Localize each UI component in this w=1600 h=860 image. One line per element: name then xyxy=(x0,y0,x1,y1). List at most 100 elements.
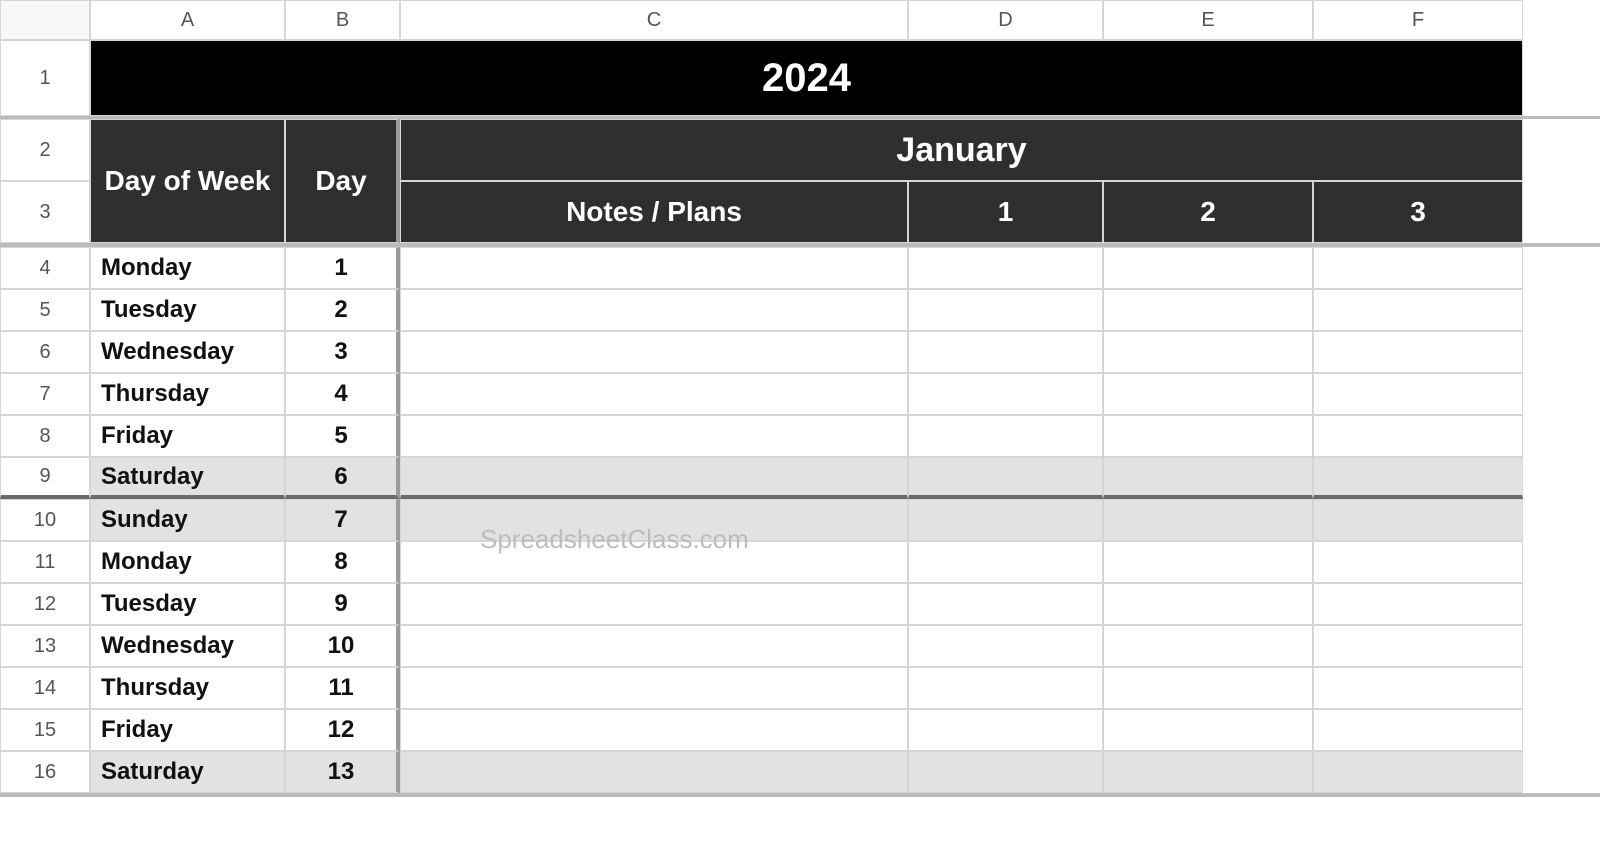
cell-e[interactable] xyxy=(1103,499,1313,541)
cell-day-of-week-header[interactable]: Day of Week xyxy=(90,119,285,243)
cell-notes[interactable] xyxy=(400,331,908,373)
col-header-e[interactable]: E xyxy=(1103,0,1313,40)
cell-f[interactable] xyxy=(1313,415,1523,457)
cell-d[interactable] xyxy=(908,331,1103,373)
cell-f[interactable] xyxy=(1313,625,1523,667)
cell-dow[interactable]: Sunday xyxy=(90,499,285,541)
cell-daynum[interactable]: 7 xyxy=(285,499,400,541)
cell-daynum[interactable]: 8 xyxy=(285,541,400,583)
col-header-a[interactable]: A xyxy=(90,0,285,40)
cell-dow[interactable]: Tuesday xyxy=(90,583,285,625)
cell-e[interactable] xyxy=(1103,541,1313,583)
cell-e[interactable] xyxy=(1103,457,1313,499)
cell-dow[interactable]: Friday xyxy=(90,709,285,751)
cell-notes[interactable] xyxy=(400,709,908,751)
cell-f[interactable] xyxy=(1313,541,1523,583)
cell-daynum[interactable]: 13 xyxy=(285,751,400,793)
cell-e[interactable] xyxy=(1103,373,1313,415)
row-header-4[interactable]: 4 xyxy=(0,247,90,289)
cell-daynum[interactable]: 10 xyxy=(285,625,400,667)
cell-f[interactable] xyxy=(1313,247,1523,289)
cell-notes[interactable] xyxy=(400,625,908,667)
cell-dow[interactable]: Monday xyxy=(90,247,285,289)
cell-f[interactable] xyxy=(1313,289,1523,331)
cell-d[interactable] xyxy=(908,709,1103,751)
row-header-11[interactable]: 11 xyxy=(0,541,90,583)
cell-f[interactable] xyxy=(1313,751,1523,793)
cell-notes[interactable] xyxy=(400,583,908,625)
cell-e[interactable] xyxy=(1103,709,1313,751)
row-header-16[interactable]: 16 xyxy=(0,751,90,793)
cell-e[interactable] xyxy=(1103,751,1313,793)
select-all-corner[interactable] xyxy=(0,0,90,40)
row-header-6[interactable]: 6 xyxy=(0,331,90,373)
cell-daynum[interactable]: 12 xyxy=(285,709,400,751)
cell-d[interactable] xyxy=(908,415,1103,457)
cell-d[interactable] xyxy=(908,457,1103,499)
cell-dow[interactable]: Tuesday xyxy=(90,289,285,331)
cell-f[interactable] xyxy=(1313,709,1523,751)
cell-d[interactable] xyxy=(908,751,1103,793)
cell-month-header[interactable]: January xyxy=(400,119,1523,181)
col-header-c[interactable]: C xyxy=(400,0,908,40)
row-header-15[interactable]: 15 xyxy=(0,709,90,751)
cell-daynum[interactable]: 5 xyxy=(285,415,400,457)
col-header-b[interactable]: B xyxy=(285,0,400,40)
row-header-2[interactable]: 2 xyxy=(0,119,90,181)
cell-notes[interactable] xyxy=(400,667,908,709)
cell-f[interactable] xyxy=(1313,373,1523,415)
cell-daynum[interactable]: 11 xyxy=(285,667,400,709)
col-header-f[interactable]: F xyxy=(1313,0,1523,40)
cell-e[interactable] xyxy=(1103,289,1313,331)
cell-e[interactable] xyxy=(1103,415,1313,457)
cell-sub-1[interactable]: 1 xyxy=(908,181,1103,243)
cell-d[interactable] xyxy=(908,289,1103,331)
cell-dow[interactable]: Monday xyxy=(90,541,285,583)
cell-f[interactable] xyxy=(1313,583,1523,625)
cell-notes-header[interactable]: Notes / Plans xyxy=(400,181,908,243)
cell-daynum[interactable]: 4 xyxy=(285,373,400,415)
cell-dow[interactable]: Friday xyxy=(90,415,285,457)
cell-daynum[interactable]: 3 xyxy=(285,331,400,373)
row-header-14[interactable]: 14 xyxy=(0,667,90,709)
cell-notes[interactable] xyxy=(400,541,908,583)
row-header-1[interactable]: 1 xyxy=(0,40,90,116)
row-header-5[interactable]: 5 xyxy=(0,289,90,331)
cell-e[interactable] xyxy=(1103,667,1313,709)
cell-notes[interactable] xyxy=(400,373,908,415)
cell-notes[interactable] xyxy=(400,289,908,331)
cell-daynum[interactable]: 2 xyxy=(285,289,400,331)
cell-notes[interactable] xyxy=(400,247,908,289)
cell-d[interactable] xyxy=(908,499,1103,541)
cell-daynum[interactable]: 6 xyxy=(285,457,400,499)
cell-f[interactable] xyxy=(1313,331,1523,373)
col-header-d[interactable]: D xyxy=(908,0,1103,40)
row-header-9[interactable]: 9 xyxy=(0,457,90,499)
cell-dow[interactable]: Thursday xyxy=(90,667,285,709)
cell-dow[interactable]: Thursday xyxy=(90,373,285,415)
cell-e[interactable] xyxy=(1103,625,1313,667)
cell-f[interactable] xyxy=(1313,667,1523,709)
cell-e[interactable] xyxy=(1103,583,1313,625)
cell-d[interactable] xyxy=(908,247,1103,289)
cell-dow[interactable]: Saturday xyxy=(90,457,285,499)
cell-notes[interactable] xyxy=(400,499,908,541)
cell-e[interactable] xyxy=(1103,331,1313,373)
cell-sub-2[interactable]: 2 xyxy=(1103,181,1313,243)
cell-dow[interactable]: Saturday xyxy=(90,751,285,793)
row-header-3[interactable]: 3 xyxy=(0,181,90,243)
cell-notes[interactable] xyxy=(400,415,908,457)
cell-d[interactable] xyxy=(908,583,1103,625)
row-header-8[interactable]: 8 xyxy=(0,415,90,457)
cell-d[interactable] xyxy=(908,625,1103,667)
row-header-10[interactable]: 10 xyxy=(0,499,90,541)
cell-dow[interactable]: Wednesday xyxy=(90,625,285,667)
row-header-13[interactable]: 13 xyxy=(0,625,90,667)
cell-d[interactable] xyxy=(908,541,1103,583)
row-header-12[interactable]: 12 xyxy=(0,583,90,625)
cell-dow[interactable]: Wednesday xyxy=(90,331,285,373)
cell-f[interactable] xyxy=(1313,499,1523,541)
cell-year[interactable]: 2024 xyxy=(90,40,1523,116)
cell-d[interactable] xyxy=(908,373,1103,415)
cell-daynum[interactable]: 9 xyxy=(285,583,400,625)
